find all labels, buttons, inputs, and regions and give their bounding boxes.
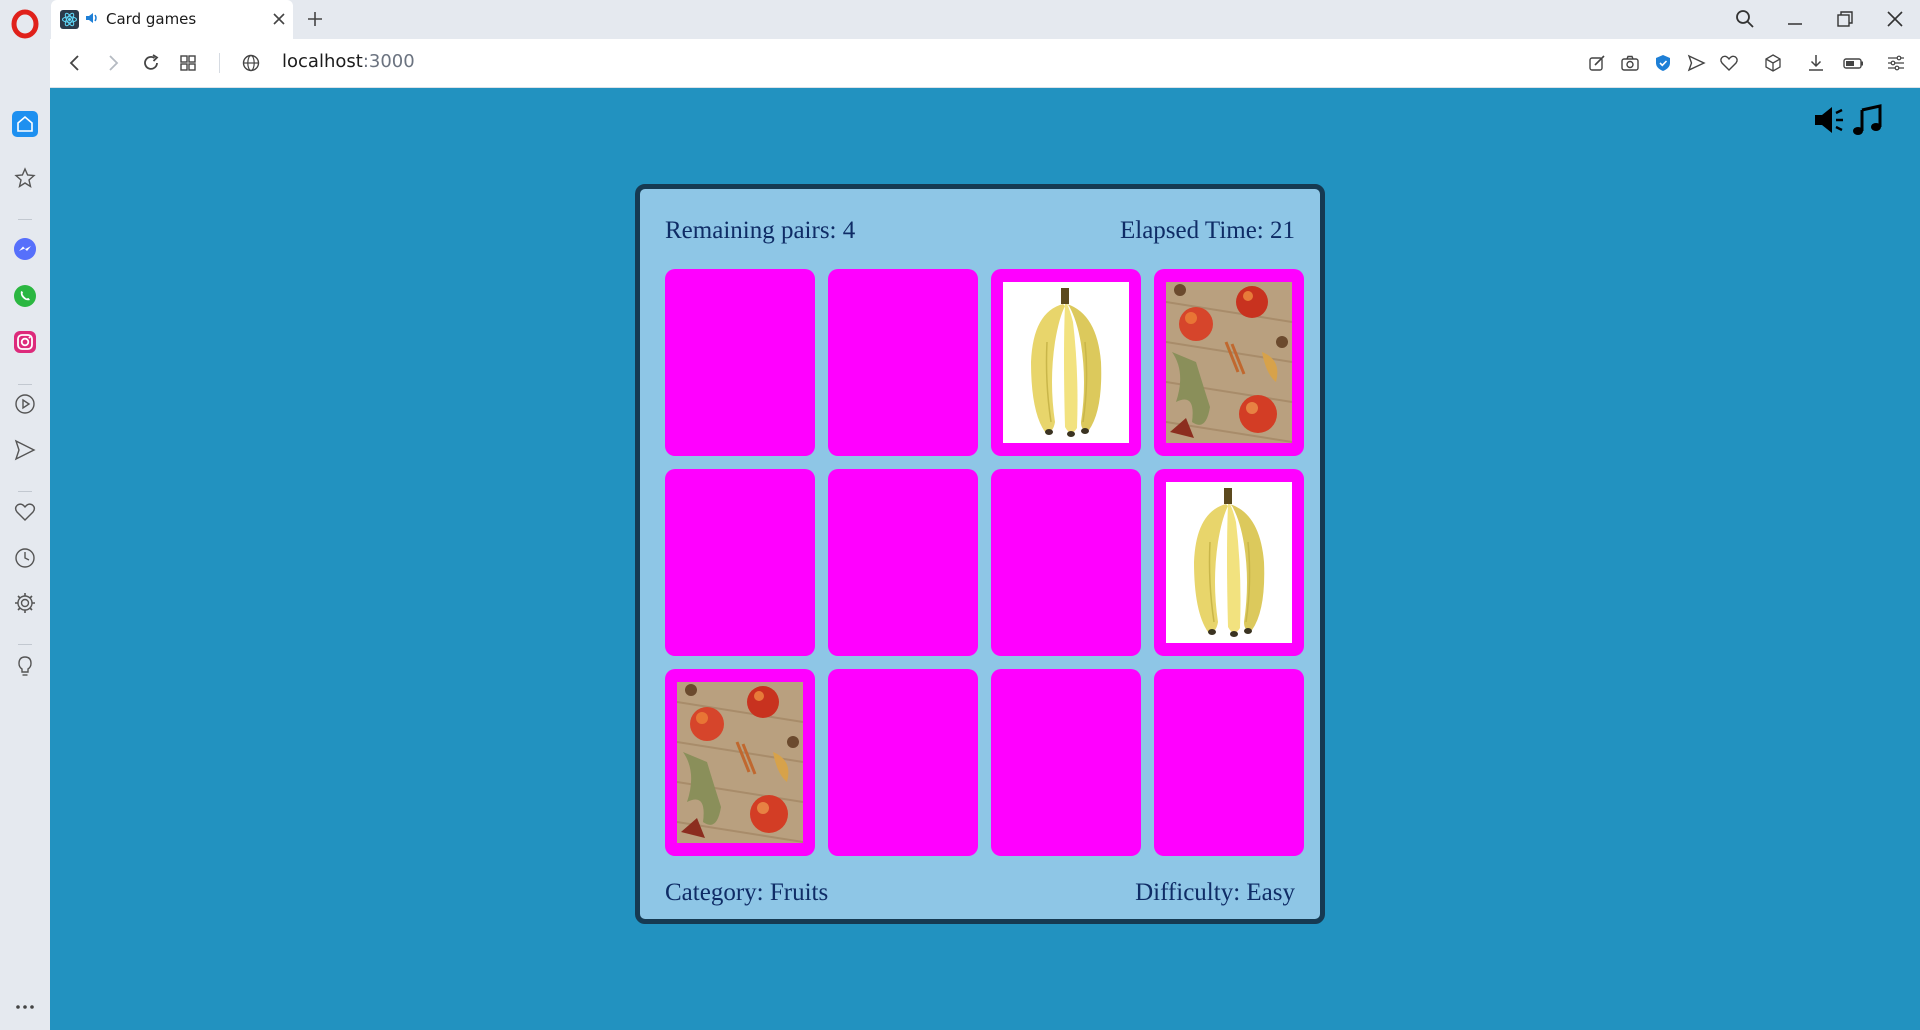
card-face-down[interactable]	[665, 469, 815, 656]
card-face-up-banana[interactable]	[1154, 469, 1304, 656]
url-port: :3000	[362, 51, 415, 72]
sidebar-separator	[18, 644, 32, 645]
remaining-pairs: Remaining pairs: 4	[665, 217, 856, 244]
banana-image	[1003, 282, 1129, 443]
whatsapp-icon[interactable]	[12, 283, 38, 309]
minimize-icon[interactable]	[1784, 8, 1806, 30]
opera-logo-icon[interactable]	[10, 9, 40, 39]
card-face-down[interactable]	[665, 269, 815, 456]
music-note-icon[interactable]	[1850, 102, 1886, 138]
apple-image	[1166, 282, 1292, 443]
sidebar-separator	[18, 219, 32, 220]
back-icon[interactable]	[64, 52, 86, 74]
card-face-up-apple[interactable]	[1154, 269, 1304, 456]
flow-send-icon[interactable]	[12, 437, 38, 463]
card-face-down[interactable]	[991, 669, 1141, 856]
tab-card-games[interactable]: Card games	[51, 0, 293, 39]
apple-image	[677, 682, 803, 843]
heart-icon[interactable]	[1718, 52, 1740, 74]
sound-controls	[1812, 102, 1892, 142]
page-content: Remaining pairs: 4 Elapsed Time: 21 Cate…	[50, 88, 1920, 1030]
easy-setup-sliders-icon[interactable]	[1885, 52, 1907, 74]
send-icon[interactable]	[1685, 52, 1707, 74]
history-clock-icon[interactable]	[12, 545, 38, 571]
home-icon[interactable]	[12, 111, 38, 137]
reload-icon[interactable]	[140, 52, 162, 74]
elapsed-time: Elapsed Time: 21	[1119, 217, 1295, 244]
sidebar-separator	[18, 384, 32, 385]
search-tabs-icon[interactable]	[1734, 8, 1756, 30]
game-board: Remaining pairs: 4 Elapsed Time: 21 Cate…	[635, 184, 1325, 924]
messenger-icon[interactable]	[12, 236, 38, 262]
sidebar	[0, 39, 50, 1030]
more-options-icon[interactable]	[12, 994, 38, 1020]
player-icon[interactable]	[12, 391, 38, 417]
restore-icon[interactable]	[1834, 8, 1856, 30]
banana-image	[1166, 482, 1292, 643]
react-favicon-icon	[60, 10, 79, 29]
card-face-down[interactable]	[991, 469, 1141, 656]
instagram-icon[interactable]	[12, 329, 38, 355]
easy-setup-icon[interactable]	[1586, 52, 1608, 74]
speed-dial-star-icon[interactable]	[12, 165, 38, 191]
card-face-up-apple[interactable]	[665, 669, 815, 856]
card-face-down[interactable]	[828, 669, 978, 856]
tab-title: Card games	[106, 10, 197, 28]
card-face-up-banana[interactable]	[991, 269, 1141, 456]
settings-gear-icon[interactable]	[12, 590, 38, 616]
download-icon[interactable]	[1805, 52, 1827, 74]
sidebar-separator	[18, 491, 32, 492]
address-bar: localhost:3000	[50, 39, 1920, 88]
close-window-icon[interactable]	[1884, 8, 1906, 30]
new-tab-icon[interactable]	[304, 8, 326, 30]
tab-snapshot-grid-icon[interactable]	[177, 52, 199, 74]
tab-bar: Card games	[0, 0, 1920, 39]
camera-icon[interactable]	[1619, 52, 1641, 74]
card-face-down[interactable]	[1154, 669, 1304, 856]
url-field[interactable]: localhost:3000	[282, 51, 415, 72]
close-tab-icon[interactable]	[269, 9, 289, 29]
battery-saver-icon[interactable]	[1842, 52, 1864, 74]
extensions-cube-icon[interactable]	[1762, 52, 1784, 74]
bookmarks-heart-icon[interactable]	[12, 499, 38, 525]
tips-lightbulb-icon[interactable]	[12, 653, 38, 679]
globe-icon[interactable]	[240, 52, 262, 74]
category: Category: Fruits	[665, 879, 829, 906]
vpn-shield-icon[interactable]	[1652, 52, 1674, 74]
forward-icon[interactable]	[102, 52, 124, 74]
tab-audio-icon[interactable]	[84, 10, 100, 26]
card-face-down[interactable]	[828, 469, 978, 656]
difficulty: Difficulty: Easy	[1135, 879, 1295, 906]
card-face-down[interactable]	[828, 269, 978, 456]
address-separator	[219, 53, 220, 73]
sound-effects-toggle-icon[interactable]	[1812, 102, 1848, 138]
url-host: localhost	[282, 51, 363, 72]
